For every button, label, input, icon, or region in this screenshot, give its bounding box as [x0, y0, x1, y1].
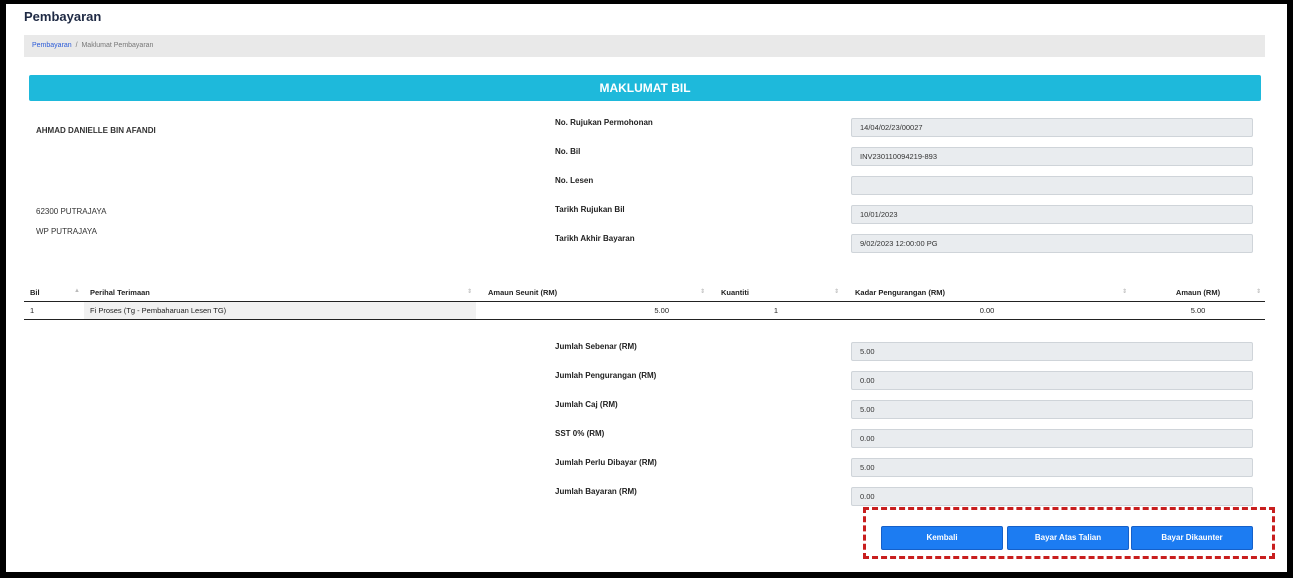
table-header-row: Bil ▲ Perihal Terimaan ⇕ Amaun Seunit (RM)… [24, 284, 1265, 302]
sort-icon: ⇕ [699, 289, 705, 295]
field-jumlah-pengurangan[interactable]: 0.00 [851, 371, 1253, 390]
field-no-lesen[interactable] [851, 176, 1253, 195]
cell-amaun: 5.00 [1131, 301, 1265, 320]
cell-perihal: Fi Proses (Tg - Pembaharuan Lesen TG) [84, 301, 476, 320]
field-no-bil[interactable]: INV230110094219-893 [851, 147, 1253, 166]
th-kadar-pengurangan[interactable]: Kadar Pengurangan (RM) ⇕ [843, 284, 1131, 302]
page-title: Pembayaran [24, 9, 102, 24]
customer-state: WP PUTRAJAYA [36, 227, 97, 236]
label-tarikh-akhir-bayaran: Tarikh Akhir Bayaran [555, 234, 635, 243]
customer-name: AHMAD DANIELLE BIN AFANDI [36, 126, 156, 135]
label-no-bil: No. Bil [555, 147, 581, 156]
cell-bil: 1 [24, 301, 84, 320]
breadcrumb: Pembayaran / Maklumat Pembayaran [24, 35, 1265, 57]
table-row: 1 Fi Proses (Tg - Pembaharuan Lesen TG) … [24, 301, 1265, 320]
bayar-atas-talian-button[interactable]: Bayar Atas Talian [1007, 526, 1129, 550]
page-frame: Pembayaran Pembayaran / Maklumat Pembaya… [6, 4, 1287, 572]
sort-icon: ⇕ [1255, 289, 1261, 295]
label-tarikh-rujukan-bil: Tarikh Rujukan Bil [555, 205, 625, 214]
th-bil[interactable]: Bil ▲ [24, 284, 84, 302]
sort-icon: ⇕ [833, 289, 839, 295]
label-sst: SST 0% (RM) [555, 429, 605, 438]
label-no-lesen: No. Lesen [555, 176, 594, 185]
field-jumlah-perlu-dibayar[interactable]: 5.00 [851, 458, 1253, 477]
th-amaun[interactable]: Amaun (RM) ⇕ [1131, 284, 1265, 302]
sort-icon: ⇕ [1121, 289, 1127, 295]
th-amaun-seunit[interactable]: Amaun Seunit (RM) ⇕ [476, 284, 709, 302]
breadcrumb-current: Maklumat Pembayaran [81, 42, 154, 49]
cell-amaun-seunit: 5.00 [476, 301, 709, 320]
bayar-dikaunter-button[interactable]: Bayar Dikaunter [1131, 526, 1253, 550]
field-jumlah-bayaran[interactable]: 0.00 [851, 487, 1253, 506]
label-jumlah-bayaran: Jumlah Bayaran (RM) [555, 487, 637, 496]
section-banner: MAKLUMAT BIL [29, 75, 1261, 101]
cell-kadar-pengurangan: 0.00 [843, 301, 1131, 320]
label-jumlah-caj: Jumlah Caj (RM) [555, 400, 618, 409]
items-table: Bil ▲ Perihal Terimaan ⇕ Amaun Seunit (RM)… [24, 284, 1265, 320]
label-jumlah-pengurangan: Jumlah Pengurangan (RM) [555, 371, 657, 380]
customer-postcode-city: 62300 PUTRAJAYA [36, 207, 107, 216]
kembali-button[interactable]: Kembali [881, 526, 1003, 550]
label-no-rujukan-permohonan: No. Rujukan Permohonan [555, 118, 653, 127]
field-no-rujukan-permohonan[interactable]: 14/04/02/23/00027 [851, 118, 1253, 137]
field-jumlah-sebenar[interactable]: 5.00 [851, 342, 1253, 361]
sort-asc-icon: ▲ [74, 288, 80, 294]
label-jumlah-sebenar: Jumlah Sebenar (RM) [555, 342, 637, 351]
th-kuantiti[interactable]: Kuantiti ⇕ [709, 284, 843, 302]
field-sst[interactable]: 0.00 [851, 429, 1253, 448]
field-jumlah-caj[interactable]: 5.00 [851, 400, 1253, 419]
cell-kuantiti: 1 [709, 301, 843, 320]
th-perihal-terimaan[interactable]: Perihal Terimaan ⇕ [84, 284, 476, 302]
field-tarikh-akhir-bayaran[interactable]: 9/02/2023 12:00:00 PG [851, 234, 1253, 253]
field-tarikh-rujukan-bil[interactable]: 10/01/2023 [851, 205, 1253, 224]
breadcrumb-separator: / [75, 42, 78, 49]
breadcrumb-link-pembayaran[interactable]: Pembayaran [32, 42, 72, 49]
sort-icon: ⇕ [466, 289, 472, 295]
label-jumlah-perlu-dibayar: Jumlah Perlu Dibayar (RM) [555, 458, 657, 467]
